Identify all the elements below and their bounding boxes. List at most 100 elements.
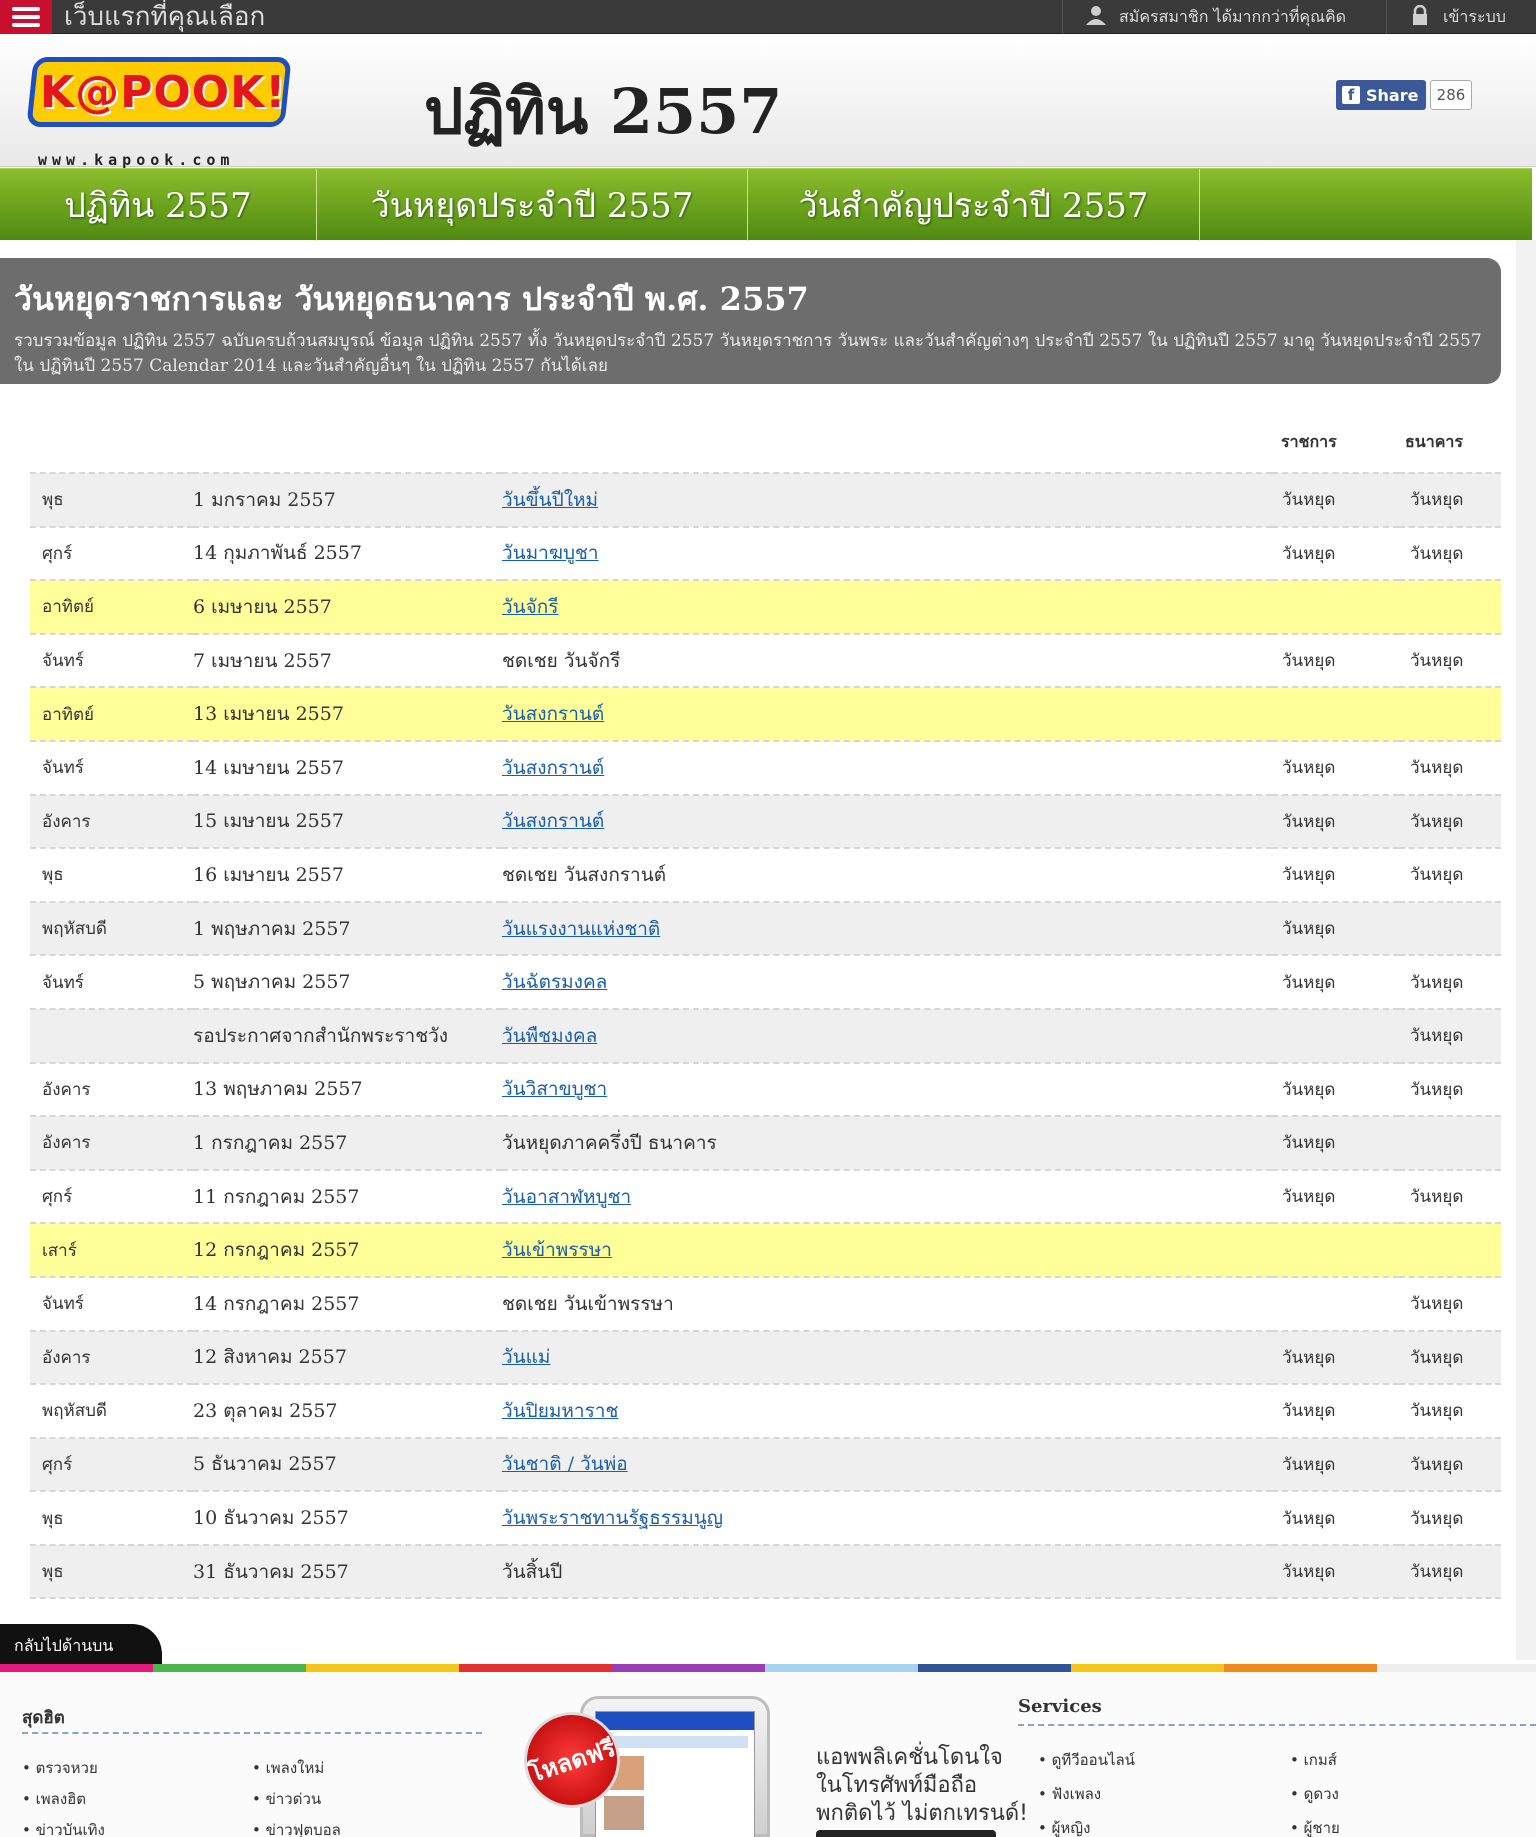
government-holiday-cell: วันหยุด: [1272, 954, 1399, 1009]
kapook-logo[interactable]: K@POOK! www.kapook.com: [26, 57, 292, 169]
day-cell: ศุกร์: [30, 1436, 193, 1492]
footer-service-link[interactable]: • ดูทีวีออนไลน์: [1038, 1748, 1135, 1772]
holiday-name-cell: วันวิสาขบูชา: [502, 1061, 1272, 1117]
site-header: K@POOK! www.kapook.com ปฏิทิน 2557 f Sha…: [0, 35, 1536, 169]
government-holiday-cell: วันหยุด: [1272, 1061, 1399, 1117]
color-stripe-segment: [1224, 1664, 1377, 1672]
date-cell: 15 เมษายน 2557: [193, 793, 502, 849]
holiday-link[interactable]: วันมาฆบูชา: [502, 542, 599, 564]
mobile-app-banner[interactable]: โหลดฟรี แอพพลิเคชั่นโดนใจ ในโทรศัพท์มือถ…: [511, 1686, 1028, 1837]
bank-holiday-cell: วันหยุด: [1399, 1490, 1501, 1545]
date-cell: 1 กรกฎาคม 2557: [193, 1115, 502, 1170]
color-stripe-segment: [1377, 1664, 1536, 1672]
date-cell: 31 ธันวาคม 2557: [193, 1543, 502, 1600]
government-holiday-cell: วันหยุด: [1272, 1436, 1399, 1492]
holiday-name-cell: วันแม่: [502, 1329, 1272, 1385]
holiday-name-cell: วันปิยมหาราช: [502, 1383, 1272, 1438]
government-holiday-cell: วันหยุด: [1272, 1168, 1399, 1224]
hamburger-menu-icon[interactable]: [0, 0, 52, 34]
column-header-bank: ธนาคาร: [1405, 432, 1463, 451]
table-row: พุธ 31 ธันวาคม 2557 วันสิ้นปี วันหยุด วันหยุ…: [30, 1543, 1501, 1600]
bank-holiday-cell: วันหยุด: [1399, 847, 1501, 902]
day-cell: [30, 1007, 193, 1063]
login-link[interactable]: เข้าระบบ: [1386, 0, 1536, 34]
top-bar: เว็บแรกที่คุณเลือก สมัครสมาชิก ได้มากกว่…: [0, 0, 1536, 34]
lock-icon: [1413, 5, 1427, 25]
footer-services-divider: [1018, 1724, 1536, 1726]
facebook-icon: f: [1342, 86, 1360, 104]
bank-holiday-cell: วันหยุด: [1399, 1543, 1501, 1600]
footer-service-link[interactable]: • ดูดวง: [1290, 1782, 1339, 1806]
holiday-link[interactable]: วันชาติ / วันพ่อ: [502, 1453, 628, 1475]
table-row: จันทร์ 14 กรกฎาคม 2557 ชดเชย วันเข้าพรรษา ว…: [30, 1275, 1501, 1331]
footer-hit-link[interactable]: • ข่าวด่วน: [252, 1787, 321, 1811]
government-holiday-cell: วันหยุด: [1272, 525, 1399, 581]
color-stripe-segment: [1071, 1664, 1224, 1672]
footer-hit-link[interactable]: • ตรวจหวย: [22, 1756, 98, 1780]
logo-text: K@POOK!: [40, 67, 287, 118]
member-signup-link[interactable]: สมัครสมาชิก ได้มากกว่าที่คุณคิด: [1062, 0, 1385, 34]
holiday-link[interactable]: วันพืชมงคล: [502, 1025, 597, 1047]
color-stripe-segment: [306, 1664, 459, 1672]
footer-service-link[interactable]: • ผู้หญิง: [1038, 1816, 1090, 1837]
footer-hits-divider: [22, 1732, 482, 1734]
footer-hit-link[interactable]: • ข่าวฟุตบอล: [252, 1818, 341, 1837]
day-cell: จันทร์: [30, 954, 193, 1009]
holiday-link[interactable]: วันอาสาฬหบูชา: [502, 1186, 631, 1208]
nav-calendar[interactable]: ปฏิทิน 2557: [0, 169, 317, 241]
holiday-link[interactable]: วันเข้าพรรษา: [502, 1239, 612, 1261]
table-row: อังคาร 13 พฤษภาคม 2557 วันวิสาขบูชา วันหยุด…: [30, 1061, 1501, 1117]
holiday-name-cell: วันฉัตรมงคล: [502, 954, 1272, 1009]
share-count: 286: [1430, 80, 1472, 110]
date-cell: 12 สิงหาคม 2557: [193, 1329, 502, 1385]
holiday-link[interactable]: วันพระราชทานรัฐธรรมนูญ: [502, 1507, 723, 1529]
government-holiday-cell: วันหยุด: [1272, 1383, 1399, 1438]
government-holiday-cell: [1272, 579, 1399, 634]
bank-holiday-cell: วันหยุด: [1399, 525, 1501, 581]
footer-service-link[interactable]: • เกมส์: [1290, 1748, 1337, 1772]
day-cell: อาทิตย์: [30, 579, 193, 634]
day-cell: พฤหัสบดี: [30, 1383, 193, 1438]
nav-empty-slot: [1200, 169, 1532, 241]
holiday-link[interactable]: วันสงกรานต์: [502, 703, 604, 725]
facebook-share-button[interactable]: f Share: [1336, 80, 1427, 110]
page-title: ปฏิทิน 2557: [424, 75, 783, 148]
color-stripe-segment: [153, 1664, 306, 1672]
bank-holiday-cell: วันหยุด: [1399, 739, 1501, 795]
table-row: จันทร์ 7 เมษายน 2557 ชดเชย วันจักรี วันหยุด…: [30, 632, 1501, 688]
member-signup-label: สมัครสมาชิก ได้มากกว่าที่คุณคิด: [1119, 6, 1347, 26]
table-row: อังคาร 12 สิงหาคม 2557 วันแม่ วันหยุด วันหยุ…: [30, 1329, 1501, 1385]
government-holiday-cell: วันหยุด: [1272, 1115, 1399, 1170]
holiday-link[interactable]: วันสงกรานต์: [502, 810, 604, 832]
holiday-link[interactable]: วันฉัตรมงคล: [502, 971, 607, 993]
holiday-link[interactable]: วันสงกรานต์: [502, 757, 604, 779]
holiday-link[interactable]: วันปิยมหาราช: [502, 1400, 618, 1422]
footer-hit-link[interactable]: • ข่าวบันเทิง: [22, 1818, 105, 1837]
day-cell: พุธ: [30, 472, 193, 527]
holiday-name-cell: ชดเชย วันจักรี: [502, 632, 1272, 688]
holiday-link[interactable]: วันวิสาขบูชา: [502, 1078, 607, 1100]
holiday-link[interactable]: วันจักรี: [502, 596, 559, 618]
government-holiday-cell: วันหยุด: [1272, 1490, 1399, 1545]
nav-annual-holidays[interactable]: วันหยุดประจำปี 2557: [317, 169, 748, 241]
holiday-link[interactable]: วันแม่: [502, 1346, 550, 1368]
date-cell: 14 กรกฎาคม 2557: [193, 1275, 502, 1331]
intro-box: วันหยุดราชการและ วันหยุดธนาคาร ประจำปี พ…: [0, 258, 1501, 384]
holiday-link[interactable]: วันขึ้นปีใหม่: [502, 489, 598, 511]
intro-heading: วันหยุดราชการและ วันหยุดธนาคาร ประจำปี พ…: [14, 280, 809, 318]
app-banner-button[interactable]: [816, 1830, 996, 1837]
color-stripe-segment: [765, 1664, 918, 1672]
footer-service-link[interactable]: • ฟังเพลง: [1038, 1782, 1101, 1806]
table-row: จันทร์ 14 เมษายน 2557 วันสงกรานต์ วันหยุด วั…: [30, 739, 1501, 795]
footer-hit-link[interactable]: • เพลงฮิต: [22, 1787, 86, 1811]
back-to-top-button[interactable]: กลับไปด้านบน: [0, 1624, 162, 1664]
nav-important-days[interactable]: วันสำคัญประจำปี 2557: [748, 169, 1200, 241]
table-row: ศุกร์ 14 กุมภาพันธ์ 2557 วันมาฆบูชา วันหยุด…: [30, 525, 1501, 581]
holiday-name-cell: วันหยุดภาคครึ่งปี ธนาคาร: [502, 1115, 1272, 1170]
table-row: เสาร์ 12 กรกฎาคม 2557 วันเข้าพรรษา: [30, 1222, 1501, 1277]
holiday-link[interactable]: วันแรงงานแห่งชาติ: [502, 918, 660, 940]
date-cell: 14 เมษายน 2557: [193, 739, 502, 795]
footer-hit-link[interactable]: • เพลงใหม่: [252, 1756, 324, 1780]
footer-service-link[interactable]: • ผู้ชาย: [1290, 1816, 1340, 1837]
color-stripe-segment: [612, 1664, 765, 1672]
